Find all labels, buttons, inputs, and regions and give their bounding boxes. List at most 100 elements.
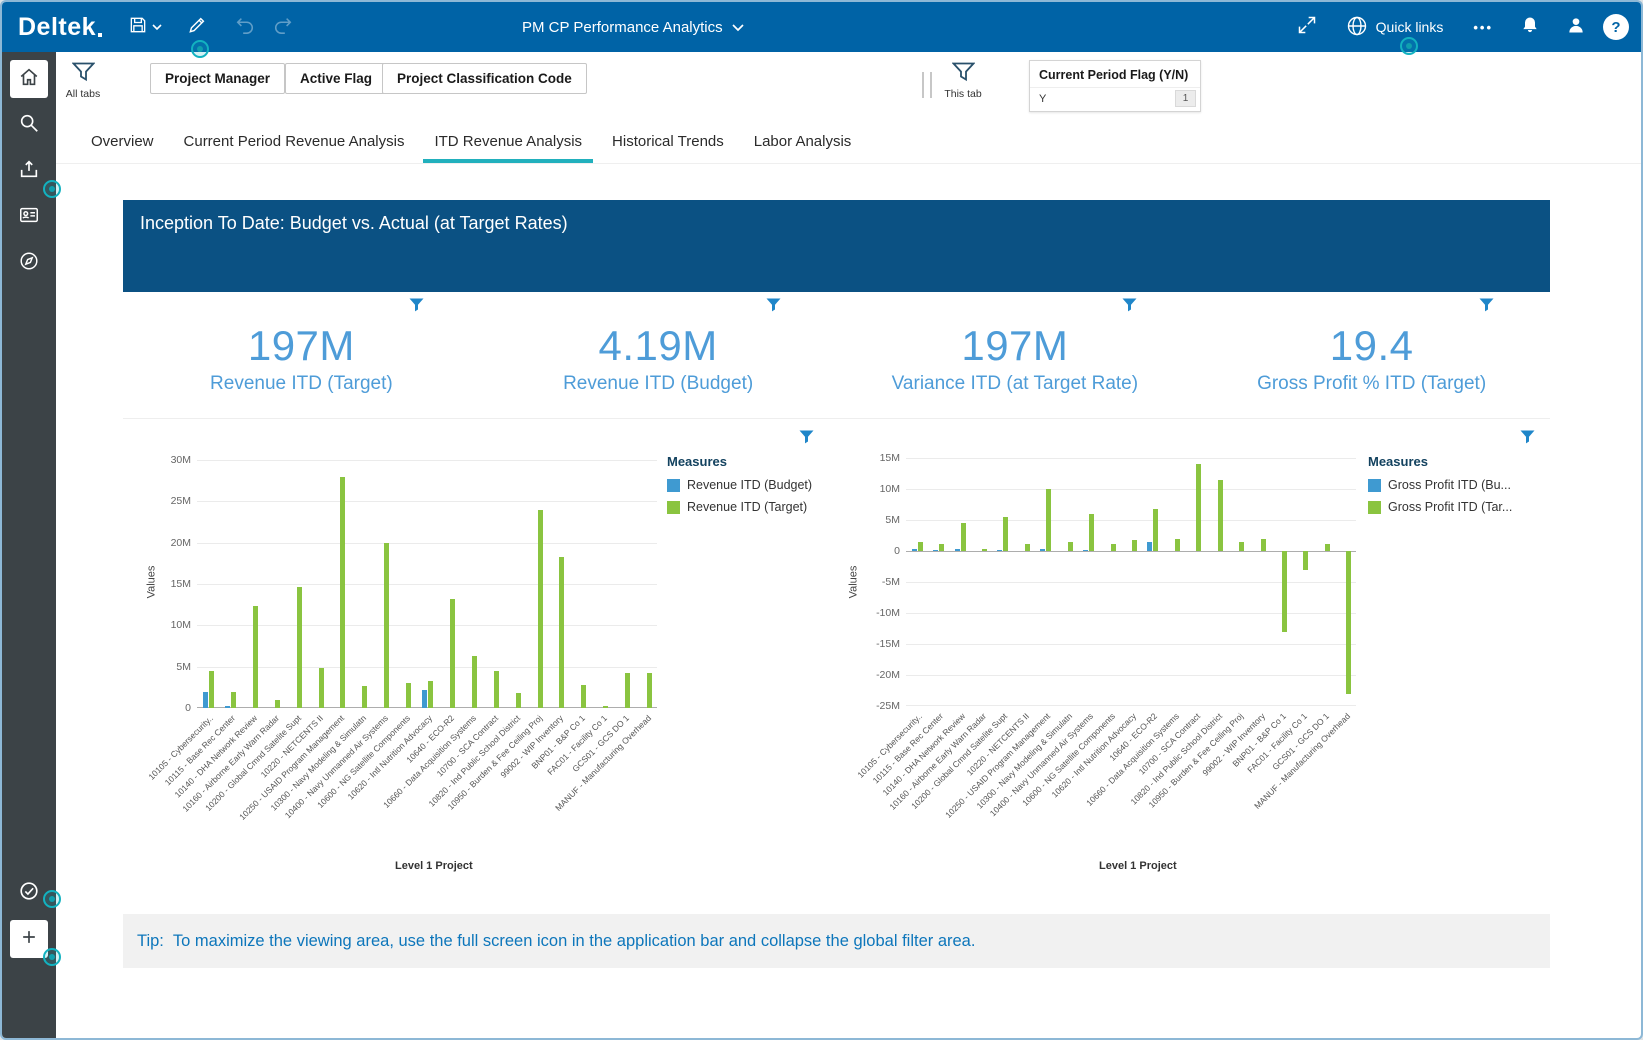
sidebar-item-export[interactable] (10, 152, 48, 190)
bar-target[interactable] (939, 543, 945, 551)
all-tabs-filter-button[interactable]: All tabs (58, 62, 108, 100)
bar-budget[interactable] (422, 689, 427, 708)
filter-funnel-icon[interactable] (1520, 430, 1535, 449)
bar-budget[interactable] (203, 691, 208, 708)
more-menu-button[interactable]: ••• (1463, 20, 1503, 35)
filter-button-project-manager[interactable]: Project Manager (150, 63, 286, 94)
this-tab-filter-button[interactable]: This tab (938, 62, 988, 100)
bar-target[interactable] (449, 598, 455, 708)
sidebar-item-add[interactable] (10, 920, 48, 958)
bar-budget[interactable] (933, 549, 939, 551)
bar-target[interactable] (1239, 541, 1245, 551)
bar-target[interactable] (515, 693, 521, 708)
filter-funnel-icon[interactable] (1122, 298, 1137, 317)
filter-button-active-flag[interactable]: Active Flag (285, 63, 388, 94)
coachmark-dot[interactable] (43, 948, 61, 966)
coachmark-dot[interactable] (43, 890, 61, 908)
bar-target[interactable] (559, 556, 565, 708)
tab-itd-revenue-analysis[interactable]: ITD Revenue Analysis (419, 120, 597, 163)
tab-overview[interactable]: Overview (76, 120, 169, 163)
bar-budget[interactable] (224, 705, 230, 708)
coachmark-dot[interactable] (1400, 37, 1418, 55)
filter-funnel-icon[interactable] (1479, 298, 1494, 317)
filter-panel-divider[interactable] (922, 72, 932, 98)
bar-target[interactable] (603, 706, 609, 708)
sidebar-item-search[interactable] (10, 106, 48, 144)
sidebar-item-contacts[interactable] (10, 198, 48, 236)
y-tick-label: 20M (170, 536, 191, 549)
filter-button-project-classification-code[interactable]: Project Classification Code (382, 63, 587, 94)
notifications-button[interactable] (1511, 9, 1549, 45)
y-tick-label: -25M (876, 700, 900, 712)
filter-funnel-icon[interactable] (409, 298, 424, 317)
bar-target[interactable] (917, 541, 923, 551)
bar-target[interactable] (318, 668, 324, 708)
sidebar-item-validate[interactable] (10, 874, 48, 912)
bar-target[interactable] (1260, 538, 1266, 551)
bar-target[interactable] (428, 680, 433, 708)
tab-current-period-revenue-analysis[interactable]: Current Period Revenue Analysis (169, 120, 420, 163)
sidebar-item-home[interactable] (10, 60, 48, 98)
bar-target[interactable] (1324, 543, 1330, 551)
bar-target[interactable] (647, 672, 652, 708)
quick-links-button[interactable]: Quick links (1346, 15, 1443, 40)
legend-item[interactable]: Revenue ITD (Budget) (667, 478, 823, 492)
bar-target[interactable] (209, 670, 214, 708)
fullscreen-button[interactable] (1288, 9, 1326, 45)
bar-target[interactable] (1110, 543, 1116, 551)
bar-target[interactable] (537, 509, 543, 708)
legend-item[interactable]: Gross Profit ITD (Bu... (1368, 478, 1546, 492)
bar-target[interactable] (1067, 541, 1073, 551)
bar-target[interactable] (252, 606, 258, 708)
bar-target[interactable] (581, 684, 587, 708)
tab-labor-analysis[interactable]: Labor Analysis (739, 120, 867, 163)
bar-budget[interactable] (1040, 549, 1046, 551)
bar-target[interactable] (274, 699, 280, 708)
bar-target[interactable] (1282, 551, 1287, 632)
bar-target[interactable] (384, 542, 390, 708)
bar-budget[interactable] (911, 549, 917, 551)
filter-funnel-icon[interactable] (766, 298, 781, 317)
bar-target[interactable] (1153, 508, 1159, 551)
dashboard-title-menu[interactable]: PM CP Performance Analytics (522, 19, 744, 36)
save-button[interactable] (126, 9, 164, 45)
bar-budget[interactable] (997, 549, 1003, 551)
legend-item[interactable]: Gross Profit ITD (Tar... (1368, 500, 1546, 514)
account-button[interactable] (1557, 9, 1595, 45)
tab-historical-trends[interactable]: Historical Trends (597, 120, 739, 163)
bar-target[interactable] (1089, 513, 1095, 551)
coachmark-dot[interactable] (191, 40, 209, 58)
bar-budget[interactable] (1147, 541, 1153, 551)
filter-funnel-icon[interactable] (799, 430, 814, 449)
bar-target[interactable] (1046, 489, 1052, 551)
bar-target[interactable] (493, 670, 499, 708)
coachmark-dot[interactable] (43, 180, 61, 198)
bar-target[interactable] (1132, 539, 1137, 551)
bar-target[interactable] (406, 683, 412, 708)
app-header: Deltek PM CP Performance Analytics Quick… (2, 2, 1641, 52)
bar-target[interactable] (1024, 543, 1030, 551)
bar-budget[interactable] (954, 549, 960, 551)
bar-target[interactable] (1003, 516, 1009, 551)
bar-target[interactable] (296, 586, 302, 708)
sidebar-item-explore[interactable] (10, 244, 48, 282)
bar-target[interactable] (471, 655, 477, 708)
undo-button[interactable] (226, 9, 264, 45)
y-tick-label: -5M (881, 576, 900, 588)
bar-target[interactable] (1303, 551, 1309, 570)
bar-target[interactable] (1217, 479, 1223, 551)
bar-target[interactable] (982, 549, 987, 551)
bar-target[interactable] (1346, 551, 1352, 694)
bar-target[interactable] (625, 672, 631, 708)
redo-button[interactable] (264, 9, 302, 45)
pinned-filter-card[interactable]: Current Period Flag (Y/N) Y 1 (1029, 60, 1201, 112)
legend-item[interactable]: Revenue ITD (Target) (667, 500, 823, 514)
bar-target[interactable] (340, 476, 346, 708)
help-button[interactable]: ? (1603, 14, 1629, 40)
bar-target[interactable] (1196, 464, 1202, 551)
bar-target[interactable] (960, 523, 966, 551)
bar-target[interactable] (230, 691, 236, 708)
bar-budget[interactable] (1083, 549, 1089, 551)
bar-target[interactable] (362, 685, 368, 708)
bar-target[interactable] (1174, 538, 1180, 551)
